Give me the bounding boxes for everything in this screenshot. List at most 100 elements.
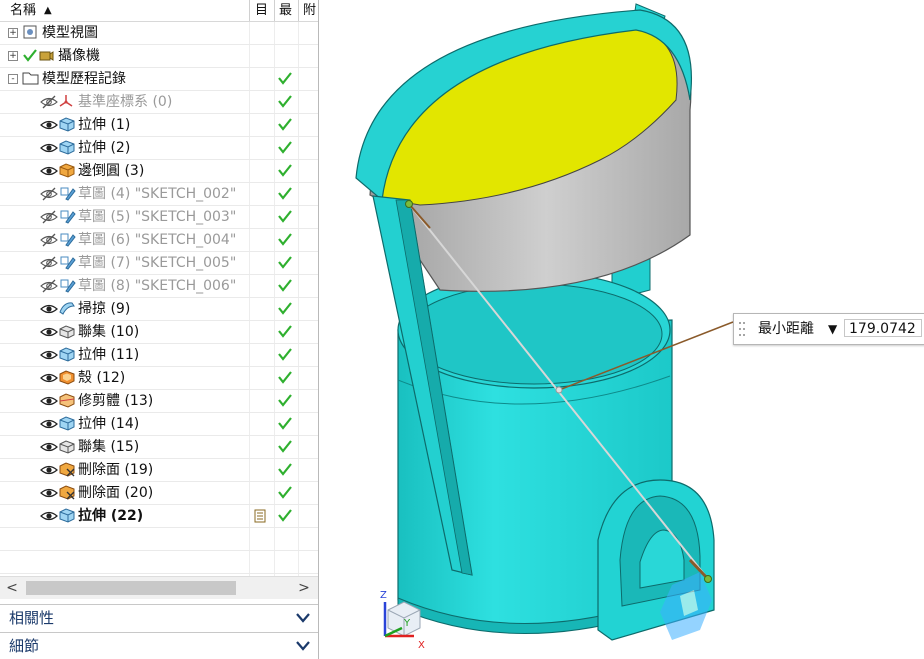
tree-row[interactable]: 草圖 (6) "SKETCH_004" (0, 229, 318, 252)
tree-row[interactable]: + 模型視圖 (0, 22, 318, 45)
up-to-date-check-icon (277, 70, 293, 90)
hidden-eye-icon[interactable] (40, 210, 58, 228)
sketch-icon (58, 277, 76, 297)
tree-row-label: 修剪體 (13) (78, 393, 154, 409)
tree-row[interactable]: 拉伸 (11) (0, 344, 318, 367)
sort-ascending-icon[interactable]: ▲ (44, 0, 52, 21)
chevron-down-icon[interactable] (296, 612, 310, 624)
tree-row[interactable]: - 模型歷程記錄 (0, 68, 318, 91)
tree-row-label: 草圖 (8) "SKETCH_006" (78, 278, 237, 294)
part-navigator: 名稱 ▲ 目 最 附 + 模型視圖 + 攝像機 - 模型歷程記錄 基準座標系 (0) 拉伸 (… (0, 0, 319, 659)
tree-row[interactable]: 刪除面 (19) (0, 459, 318, 482)
details-title: 細節 (9, 637, 40, 655)
tree-row[interactable]: 邊倒圓 (3) (0, 160, 318, 183)
column-target-header[interactable]: 目 (255, 0, 268, 21)
tree-row-label: 聯集 (15) (78, 439, 140, 455)
edge-blend-icon (58, 162, 76, 182)
model-views-icon (22, 24, 38, 44)
up-to-date-check-icon (277, 162, 293, 182)
unite-icon (58, 438, 76, 458)
tree-row[interactable]: 基準座標系 (0) (0, 91, 318, 114)
measure-type-label[interactable]: 最小距離 (758, 314, 814, 344)
expand-icon[interactable]: + (8, 51, 18, 61)
visibility-eye-icon[interactable] (40, 302, 58, 320)
tree-row[interactable]: 拉伸 (1) (0, 114, 318, 137)
column-name-header[interactable]: 名稱 (10, 0, 36, 21)
tree-row[interactable]: 拉伸 (14) (0, 413, 318, 436)
expand-icon[interactable]: + (8, 28, 18, 38)
active-check-icon[interactable] (22, 47, 38, 67)
sketch-icon (58, 208, 76, 228)
details-panel[interactable]: 細節 (0, 632, 318, 659)
tree-row[interactable]: 殼 (12) (0, 367, 318, 390)
visibility-eye-icon[interactable] (40, 141, 58, 159)
tree-row[interactable]: 拉伸 (22) (0, 505, 318, 528)
visibility-eye-icon[interactable] (40, 486, 58, 504)
tree-row[interactable]: 聯集 (10) (0, 321, 318, 344)
measure-type-dropdown[interactable]: ▼ (828, 314, 837, 344)
measure-value-field[interactable]: 179.0742 (844, 319, 922, 337)
tree-row-label: 草圖 (7) "SKETCH_005" (78, 255, 237, 271)
triad-x-label: X (418, 640, 425, 651)
hidden-eye-icon[interactable] (40, 256, 58, 274)
sketch-icon (58, 231, 76, 251)
scroll-left-button[interactable]: < (2, 577, 22, 599)
column-attached-header[interactable]: 附 (303, 0, 316, 21)
extrude-icon (58, 139, 76, 159)
up-to-date-check-icon (277, 438, 293, 458)
sketch-icon (58, 185, 76, 205)
chevron-down-icon[interactable] (296, 640, 310, 652)
tree-row[interactable]: 草圖 (8) "SKETCH_006" (0, 275, 318, 298)
up-to-date-check-icon (277, 254, 293, 274)
tree-row[interactable]: + 攝像機 (0, 45, 318, 68)
visibility-eye-icon[interactable] (40, 463, 58, 481)
up-to-date-check-icon (277, 461, 293, 481)
up-to-date-check-icon (277, 208, 293, 228)
delete-face-icon (58, 461, 76, 481)
tree-row[interactable]: 草圖 (7) "SKETCH_005" (0, 252, 318, 275)
visibility-eye-icon[interactable] (40, 417, 58, 435)
dependencies-panel[interactable]: 相關性 (0, 604, 318, 631)
tree-row-label: 殼 (12) (78, 370, 126, 386)
trim-body-icon (58, 392, 76, 412)
empty-row (0, 551, 318, 574)
minimum-distance-callout[interactable]: 最小距離 ▼ 179.0742 (733, 313, 924, 345)
scroll-right-button[interactable]: > (294, 577, 314, 599)
visibility-eye-icon[interactable] (40, 118, 58, 136)
column-latest-header[interactable]: 最 (279, 0, 292, 21)
datum-csys-icon (58, 93, 74, 113)
hidden-eye-icon[interactable] (40, 95, 58, 113)
tree-row[interactable]: 草圖 (5) "SKETCH_003" (0, 206, 318, 229)
tree-row[interactable]: 拉伸 (2) (0, 137, 318, 160)
collapse-icon[interactable]: - (8, 74, 18, 84)
visibility-eye-icon[interactable] (40, 348, 58, 366)
tree-row[interactable]: 草圖 (4) "SKETCH_002" (0, 183, 318, 206)
hidden-eye-icon[interactable] (40, 187, 58, 205)
tree-row-label: 攝像機 (58, 48, 100, 64)
tree-row-label: 拉伸 (2) (78, 140, 131, 156)
hidden-eye-icon[interactable] (40, 233, 58, 251)
tree-row[interactable]: 聯集 (15) (0, 436, 318, 459)
hidden-eye-icon[interactable] (40, 279, 58, 297)
visibility-eye-icon[interactable] (40, 325, 58, 343)
tree-row[interactable]: 刪除面 (20) (0, 482, 318, 505)
tree-row[interactable]: 修剪體 (13) (0, 390, 318, 413)
extrude-icon (58, 116, 76, 136)
visibility-eye-icon[interactable] (40, 440, 58, 458)
tree-row-label: 草圖 (4) "SKETCH_002" (78, 186, 237, 202)
triad-z-label: Z (380, 590, 387, 601)
extrude-icon (58, 415, 76, 435)
visibility-eye-icon[interactable] (40, 394, 58, 412)
visibility-eye-icon[interactable] (40, 371, 58, 389)
tree-row-label: 拉伸 (22) (78, 508, 144, 524)
extrude-icon (58, 507, 76, 527)
scroll-thumb[interactable] (26, 581, 236, 595)
visibility-eye-icon[interactable] (40, 164, 58, 182)
visibility-eye-icon[interactable] (40, 509, 58, 527)
tree-row[interactable]: 掃掠 (9) (0, 298, 318, 321)
tree-row-label: 草圖 (6) "SKETCH_004" (78, 232, 237, 248)
unite-icon (58, 323, 76, 343)
drag-grip-icon[interactable] (738, 320, 746, 338)
horizontal-scrollbar[interactable]: < > (0, 576, 318, 599)
extrude-icon (58, 346, 76, 366)
